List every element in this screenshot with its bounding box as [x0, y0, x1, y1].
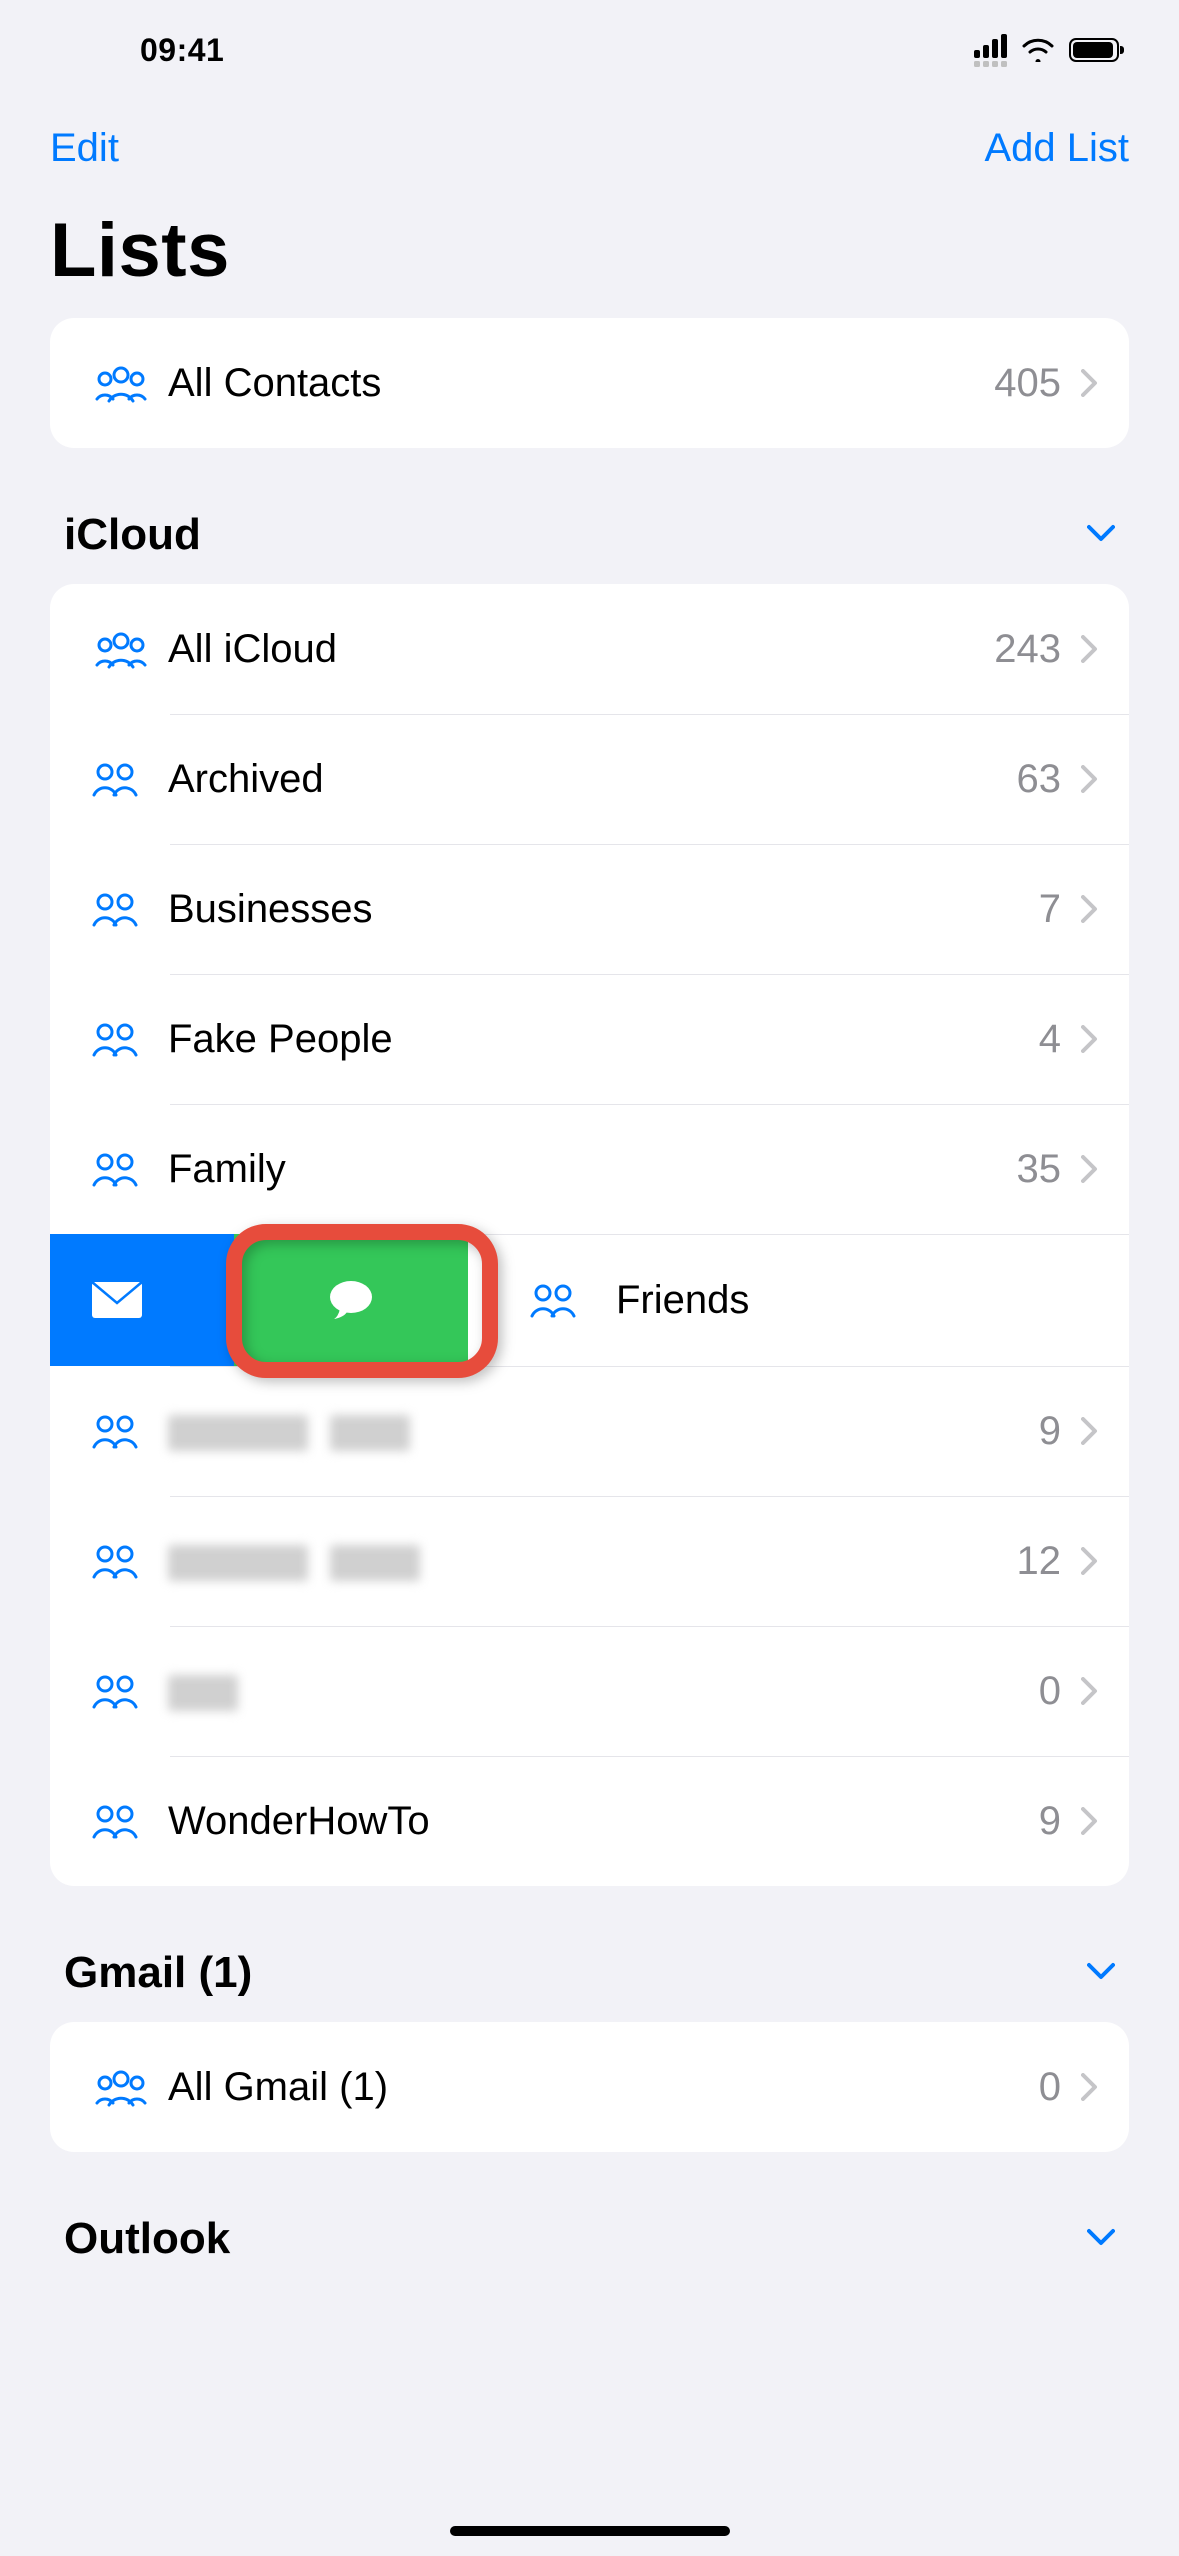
battery-icon	[1069, 38, 1119, 62]
section-title: Outlook	[64, 2214, 230, 2264]
list-row[interactable]: 12	[50, 1496, 1129, 1626]
row-label-blurred	[168, 1409, 1039, 1454]
status-indicators	[974, 34, 1119, 67]
chevron-right-icon	[1081, 895, 1099, 923]
group-icon	[520, 1278, 586, 1322]
chevron-right-icon	[1081, 1417, 1099, 1445]
list-row[interactable]: 9	[50, 1366, 1129, 1496]
row-label: Fake People	[168, 1017, 1039, 1062]
chevron-right-icon	[1081, 1547, 1099, 1575]
group-icon	[82, 627, 168, 671]
edit-button[interactable]: Edit	[50, 126, 119, 171]
row-label: All iCloud	[168, 627, 994, 672]
all-contacts-card: All Contacts 405	[50, 318, 1129, 448]
group-icon	[82, 887, 168, 931]
row-count: 9	[1039, 1409, 1061, 1454]
row-count: 405	[994, 361, 1061, 406]
cellular-icon	[974, 34, 1007, 67]
message-icon	[328, 1279, 374, 1321]
swipe-action-message[interactable]	[234, 1234, 468, 1366]
row-count: 9	[1039, 1799, 1061, 1844]
section-header-outlook[interactable]: Outlook	[50, 2152, 1129, 2270]
row-label-blurred	[168, 1539, 1017, 1584]
chevron-right-icon	[1081, 1155, 1099, 1183]
chevron-down-icon	[1087, 2227, 1115, 2252]
wifi-icon	[1021, 38, 1055, 62]
row-count: 0	[1039, 1669, 1061, 1714]
row-label: WonderHowTo	[168, 1799, 1039, 1844]
swipe-action-mail[interactable]	[50, 1234, 234, 1366]
list-row[interactable]: All Gmail (1) 0	[50, 2022, 1129, 2152]
chevron-right-icon	[1081, 1677, 1099, 1705]
section-title: iCloud	[64, 510, 201, 560]
section-header-gmail[interactable]: Gmail (1)	[50, 1886, 1129, 2022]
group-icon	[82, 1669, 168, 1713]
row-count: 12	[1017, 1539, 1062, 1584]
status-time: 09:41	[140, 32, 224, 69]
group-icon	[82, 1147, 168, 1191]
status-bar: 09:41	[0, 0, 1179, 100]
row-count: 7	[1039, 887, 1061, 932]
row-label: Businesses	[168, 887, 1039, 932]
chevron-down-icon	[1087, 523, 1115, 548]
list-row-all-contacts[interactable]: All Contacts 405	[50, 318, 1129, 448]
row-count: 4	[1039, 1017, 1061, 1062]
chevron-right-icon	[1081, 2073, 1099, 2101]
group-icon	[82, 1799, 168, 1843]
group-icon	[82, 1017, 168, 1061]
chevron-right-icon	[1081, 369, 1099, 397]
chevron-right-icon	[1081, 635, 1099, 663]
chevron-right-icon	[1081, 765, 1099, 793]
group-icon	[82, 757, 168, 801]
row-count: 63	[1017, 757, 1062, 802]
home-indicator[interactable]	[450, 2526, 730, 2536]
list-row[interactable]: All iCloud 243	[50, 584, 1129, 714]
group-icon	[82, 1539, 168, 1583]
list-row[interactable]: 0	[50, 1626, 1129, 1756]
row-label: Archived	[168, 757, 1017, 802]
list-row[interactable]: Family 35	[50, 1104, 1129, 1234]
list-row[interactable]: Fake People 4	[50, 974, 1129, 1104]
row-count: 35	[1017, 1147, 1062, 1192]
section-title: Gmail (1)	[64, 1948, 252, 1998]
group-icon	[82, 361, 168, 405]
row-label: All Gmail (1)	[168, 2065, 1039, 2110]
row-label: Family	[168, 1147, 1017, 1192]
icloud-card: All iCloud 243 Archived 63 Businesses 7 …	[50, 584, 1129, 1886]
chevron-right-icon	[1081, 1025, 1099, 1053]
section-header-icloud[interactable]: iCloud	[50, 448, 1129, 584]
row-label: Friends	[616, 1278, 749, 1323]
list-row[interactable]: Archived 63	[50, 714, 1129, 844]
row-label: All Contacts	[168, 361, 994, 406]
row-count: 243	[994, 627, 1061, 672]
add-list-button[interactable]: Add List	[984, 126, 1129, 171]
chevron-right-icon	[1081, 1807, 1099, 1835]
group-icon	[82, 2065, 168, 2109]
mail-icon	[91, 1281, 143, 1319]
swipe-actions	[50, 1234, 468, 1366]
group-icon	[82, 1409, 168, 1453]
nav-bar: Edit Add List	[0, 100, 1179, 179]
page-title: Lists	[0, 179, 1179, 318]
list-row[interactable]: WonderHowTo 9	[50, 1756, 1129, 1886]
list-row-friends-swiped[interactable]: Friends	[50, 1234, 1129, 1366]
chevron-down-icon	[1087, 1961, 1115, 1986]
list-row[interactable]: Businesses 7	[50, 844, 1129, 974]
row-count: 0	[1039, 2065, 1061, 2110]
row-label-blurred	[168, 1669, 1039, 1714]
gmail-card: All Gmail (1) 0	[50, 2022, 1129, 2152]
